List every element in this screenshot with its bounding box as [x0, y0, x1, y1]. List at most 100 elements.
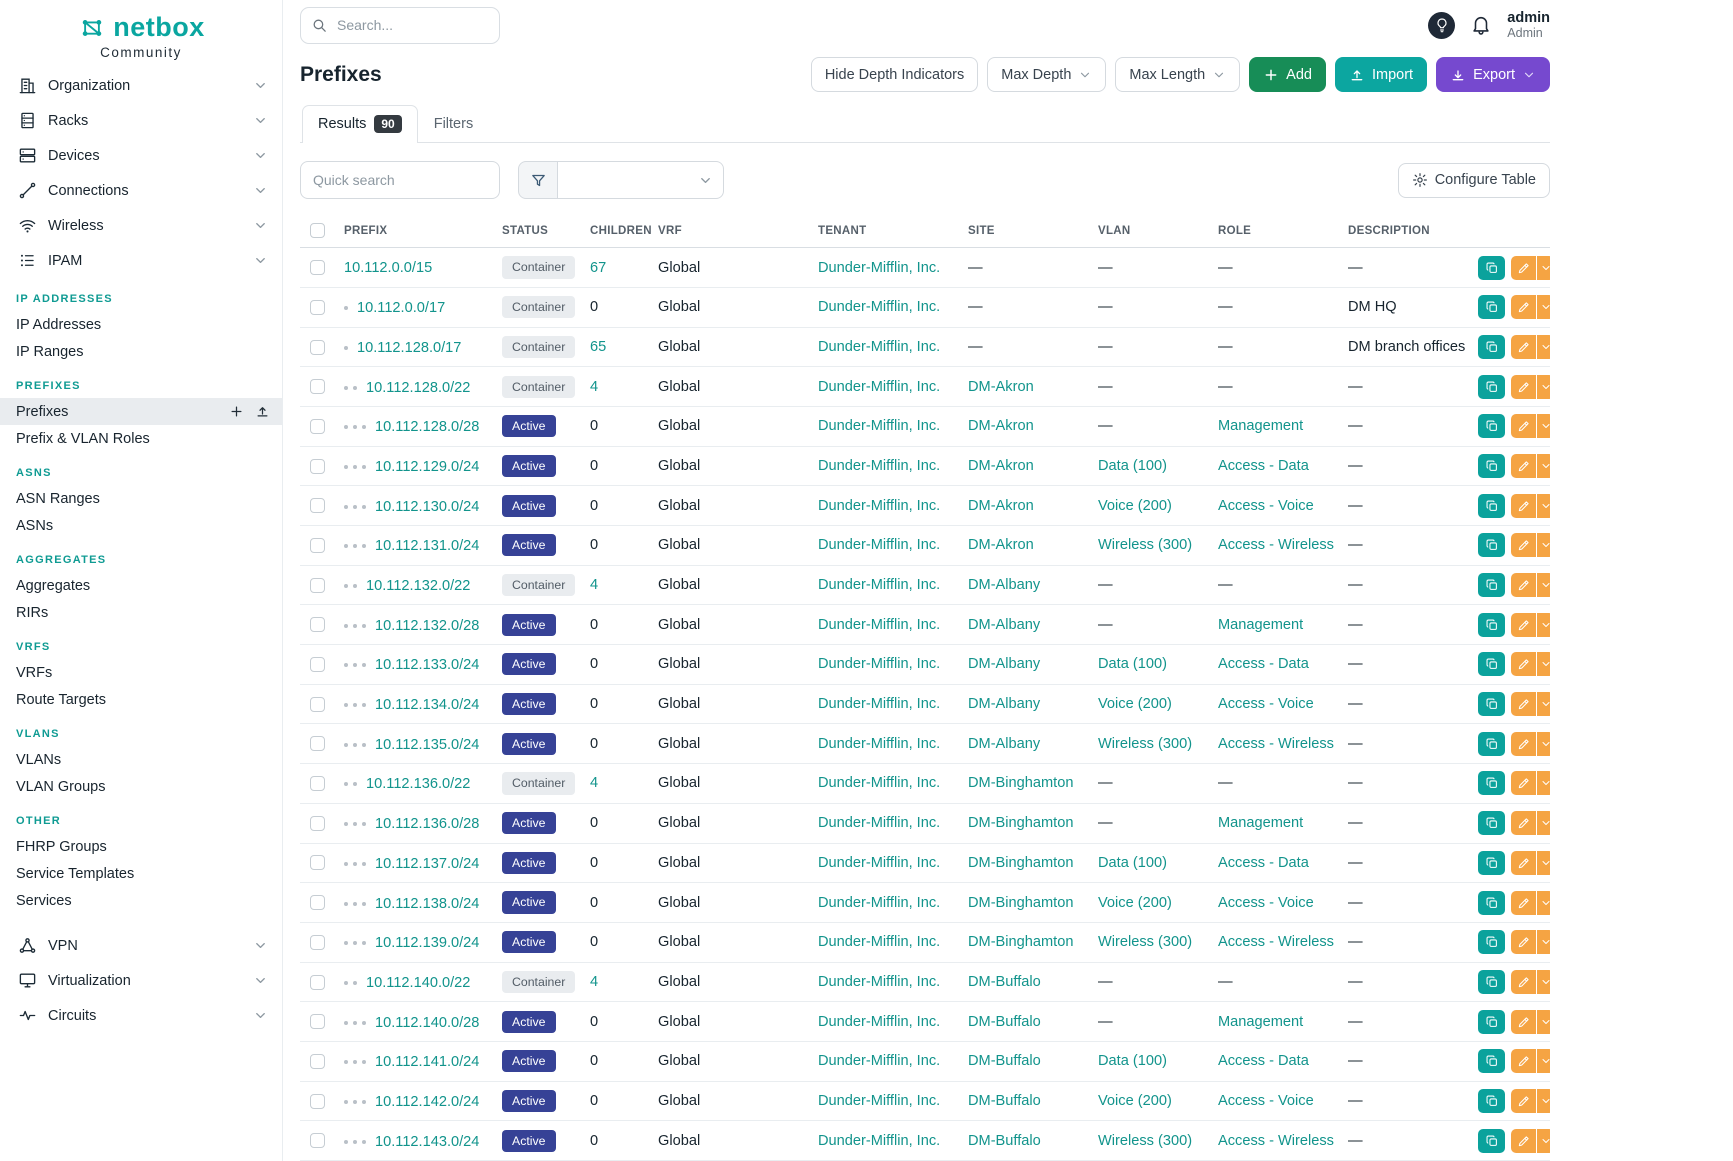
sidebar-item-organization[interactable]: Organization — [0, 68, 282, 103]
edit-button[interactable] — [1511, 652, 1536, 676]
copy-button[interactable] — [1478, 375, 1505, 399]
row-checkbox[interactable] — [310, 776, 325, 791]
tenant-link[interactable]: Dunder-Mifflin, Inc. — [818, 934, 940, 950]
user-menu[interactable]: admin Admin — [1507, 10, 1550, 41]
sidebar-item-vpn[interactable]: VPN — [0, 928, 282, 963]
notifications-button[interactable] — [1469, 13, 1493, 37]
role-link[interactable]: Access - Wireless — [1218, 736, 1334, 752]
role-link[interactable]: Access - Data — [1218, 656, 1309, 672]
row-checkbox[interactable] — [310, 340, 325, 355]
prefix-link[interactable]: 10.112.140.0/22 — [366, 975, 470, 991]
max-length-dropdown[interactable]: Max Length — [1115, 57, 1240, 92]
copy-button[interactable] — [1478, 732, 1505, 756]
edit-button[interactable] — [1511, 494, 1536, 518]
row-checkbox[interactable] — [310, 1054, 325, 1069]
edit-dropdown-button[interactable] — [1537, 851, 1550, 875]
site-link[interactable]: DM-Akron — [968, 498, 1034, 514]
tenant-link[interactable]: Dunder-Mifflin, Inc. — [818, 855, 940, 871]
tenant-link[interactable]: Dunder-Mifflin, Inc. — [818, 656, 940, 672]
sidebar-item-aggregates[interactable]: Aggregates — [0, 572, 282, 599]
edit-button[interactable] — [1511, 375, 1536, 399]
sidebar-item-asn-ranges[interactable]: ASN Ranges — [0, 485, 282, 512]
edit-dropdown-button[interactable] — [1537, 375, 1550, 399]
row-checkbox[interactable] — [310, 697, 325, 712]
vlan-link[interactable]: Voice (200) — [1098, 498, 1172, 514]
role-link[interactable]: Access - Wireless — [1218, 1133, 1334, 1149]
tenant-link[interactable]: Dunder-Mifflin, Inc. — [818, 1014, 940, 1030]
row-checkbox[interactable] — [310, 736, 325, 751]
role-link[interactable]: Access - Wireless — [1218, 537, 1334, 553]
prefix-link[interactable]: 10.112.139.0/24 — [375, 935, 479, 951]
role-link[interactable]: Management — [1218, 815, 1303, 831]
tenant-link[interactable]: Dunder-Mifflin, Inc. — [818, 815, 940, 831]
edit-dropdown-button[interactable] — [1537, 771, 1550, 795]
sidebar-item-wireless[interactable]: Wireless — [0, 208, 282, 243]
edit-dropdown-button[interactable] — [1537, 1089, 1550, 1113]
select-all-checkbox[interactable] — [310, 223, 325, 238]
site-link[interactable]: DM-Buffalo — [968, 1093, 1041, 1109]
site-link[interactable]: DM-Akron — [968, 379, 1034, 395]
children-link[interactable]: 4 — [590, 379, 598, 395]
edit-dropdown-button[interactable] — [1537, 613, 1550, 637]
prefix-link[interactable]: 10.112.128.0/22 — [366, 380, 470, 396]
role-link[interactable]: Access - Data — [1218, 458, 1309, 474]
edit-button[interactable] — [1511, 414, 1536, 438]
tenant-link[interactable]: Dunder-Mifflin, Inc. — [818, 418, 940, 434]
copy-button[interactable] — [1478, 454, 1505, 478]
copy-button[interactable] — [1478, 811, 1505, 835]
edit-dropdown-button[interactable] — [1537, 1049, 1550, 1073]
edit-dropdown-button[interactable] — [1537, 811, 1550, 835]
site-link[interactable]: DM-Buffalo — [968, 1014, 1041, 1030]
site-link[interactable]: DM-Buffalo — [968, 974, 1041, 990]
sidebar-item-services[interactable]: Services — [0, 887, 282, 914]
copy-button[interactable] — [1478, 1049, 1505, 1073]
row-checkbox[interactable] — [310, 1133, 325, 1148]
sidebar-item-route-targets[interactable]: Route Targets — [0, 686, 282, 713]
prefix-link[interactable]: 10.112.132.0/22 — [366, 578, 470, 594]
copy-button[interactable] — [1478, 652, 1505, 676]
tenant-link[interactable]: Dunder-Mifflin, Inc. — [818, 260, 940, 276]
site-link[interactable]: DM-Albany — [968, 696, 1040, 712]
vlan-link[interactable]: Wireless (300) — [1098, 934, 1192, 950]
vlan-link[interactable]: Voice (200) — [1098, 1093, 1172, 1109]
copy-button[interactable] — [1478, 1089, 1505, 1113]
quick-import-icon[interactable] — [255, 404, 270, 419]
sidebar-item-ip-ranges[interactable]: IP Ranges — [0, 338, 282, 365]
sidebar-item-rirs[interactable]: RIRs — [0, 599, 282, 626]
edit-button[interactable] — [1511, 295, 1536, 319]
export-button[interactable]: Export — [1436, 57, 1550, 92]
sidebar-item-ip-addresses[interactable]: IP Addresses — [0, 311, 282, 338]
edit-button[interactable] — [1511, 1049, 1536, 1073]
role-link[interactable]: Management — [1218, 1014, 1303, 1030]
copy-button[interactable] — [1478, 1129, 1505, 1153]
sidebar-item-virtualization[interactable]: Virtualization — [0, 963, 282, 998]
tenant-link[interactable]: Dunder-Mifflin, Inc. — [818, 775, 940, 791]
prefix-link[interactable]: 10.112.128.0/28 — [375, 419, 479, 435]
copy-button[interactable] — [1478, 295, 1505, 319]
prefix-link[interactable]: 10.112.0.0/17 — [357, 300, 445, 316]
row-checkbox[interactable] — [310, 617, 325, 632]
prefix-link[interactable]: 10.112.136.0/22 — [366, 776, 470, 792]
tenant-link[interactable]: Dunder-Mifflin, Inc. — [818, 974, 940, 990]
prefix-link[interactable]: 10.112.137.0/24 — [375, 856, 479, 872]
role-link[interactable]: Access - Voice — [1218, 1093, 1314, 1109]
theme-toggle-button[interactable] — [1428, 12, 1455, 39]
edit-dropdown-button[interactable] — [1537, 256, 1550, 280]
quick-add-icon[interactable] — [229, 404, 244, 419]
row-checkbox[interactable] — [310, 1094, 325, 1109]
role-link[interactable]: Access - Voice — [1218, 895, 1314, 911]
filter-button[interactable] — [518, 161, 558, 199]
copy-button[interactable] — [1478, 533, 1505, 557]
add-button[interactable]: Add — [1249, 57, 1326, 92]
children-link[interactable]: 4 — [590, 775, 598, 791]
edit-button[interactable] — [1511, 851, 1536, 875]
sidebar-item-circuits[interactable]: Circuits — [0, 998, 282, 1033]
site-link[interactable]: DM-Albany — [968, 577, 1040, 593]
search-input[interactable] — [300, 7, 500, 44]
configure-table-button[interactable]: Configure Table — [1398, 163, 1550, 198]
site-link[interactable]: DM-Buffalo — [968, 1133, 1041, 1149]
sidebar-item-connections[interactable]: Connections — [0, 173, 282, 208]
edit-dropdown-button[interactable] — [1537, 454, 1550, 478]
role-link[interactable]: Access - Data — [1218, 1053, 1309, 1069]
row-checkbox[interactable] — [310, 657, 325, 672]
